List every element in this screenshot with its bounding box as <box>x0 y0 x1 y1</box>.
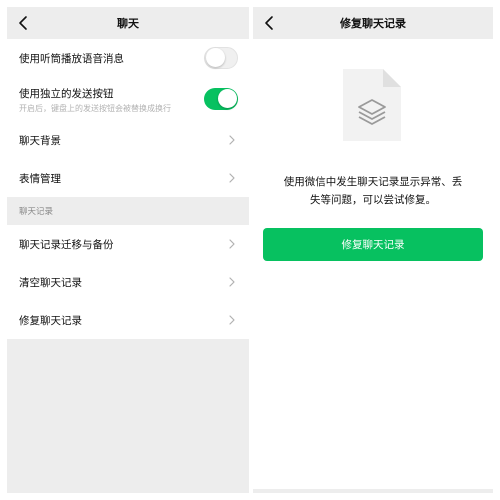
toggle-knob <box>217 89 237 108</box>
nav-bar: 聊天 <box>7 7 249 39</box>
chevron-right-icon <box>229 135 235 145</box>
setting-chat-background[interactable]: 聊天背景 <box>7 121 249 159</box>
nav-bar: 修复聊天记录 <box>253 7 493 39</box>
chevron-left-icon[interactable] <box>16 15 32 31</box>
document-layers-icon <box>343 69 401 141</box>
earpiece-toggle[interactable] <box>204 47 238 69</box>
chevron-right-icon <box>229 239 235 249</box>
bottom-bar <box>253 489 493 493</box>
record-repair-history[interactable]: 修复聊天记录 <box>7 301 249 339</box>
record-label: 清空聊天记录 <box>19 276 82 289</box>
chevron-right-icon <box>229 277 235 287</box>
setting-label: 使用听筒播放语音消息 <box>19 52 124 65</box>
setting-sticker-management[interactable]: 表情管理 <box>7 159 249 197</box>
record-migrate-backup[interactable]: 聊天记录迁移与备份 <box>7 225 249 263</box>
record-label: 聊天记录迁移与备份 <box>19 238 114 251</box>
settings-list: 使用听筒播放语音消息 使用独立的发送按钮 开启后，键盘上的发送按钮会被替换成换行… <box>7 39 249 197</box>
section-header-chat-history: 聊天记录 <box>7 197 249 225</box>
toggle-knob <box>206 48 225 67</box>
repair-history-panel: 修复聊天记录 使用微信中发生聊天记录显示异常、丢 失等问题，可以尝试修复。 修复… <box>253 7 493 493</box>
record-clear-history[interactable]: 清空聊天记录 <box>7 263 249 301</box>
description-line: 失等问题，可以尝试修复。 <box>310 194 436 206</box>
chevron-right-icon <box>229 173 235 183</box>
setting-label: 聊天背景 <box>19 134 61 147</box>
repair-description: 使用微信中发生聊天记录显示异常、丢 失等问题，可以尝试修复。 <box>263 173 483 209</box>
setting-send-button[interactable]: 使用独立的发送按钮 开启后，键盘上的发送按钮会被替换成换行 <box>7 77 249 121</box>
send-button-toggle[interactable] <box>204 88 238 110</box>
description-line: 使用微信中发生聊天记录显示异常、丢 <box>283 176 463 188</box>
page-title: 修复聊天记录 <box>340 17 406 30</box>
chat-settings-panel: 聊天 使用听筒播放语音消息 使用独立的发送按钮 开启后，键盘上的发送按钮会被替换… <box>7 7 249 493</box>
chevron-left-icon[interactable] <box>262 15 278 31</box>
page-title: 聊天 <box>117 17 139 30</box>
chevron-right-icon <box>229 315 235 325</box>
repair-button[interactable]: 修复聊天记录 <box>263 228 483 261</box>
record-label: 修复聊天记录 <box>19 314 82 327</box>
setting-label: 表情管理 <box>19 172 61 185</box>
chat-history-list: 聊天记录迁移与备份 清空聊天记录 修复聊天记录 <box>7 225 249 339</box>
setting-earpiece-playback[interactable]: 使用听筒播放语音消息 <box>7 39 249 77</box>
